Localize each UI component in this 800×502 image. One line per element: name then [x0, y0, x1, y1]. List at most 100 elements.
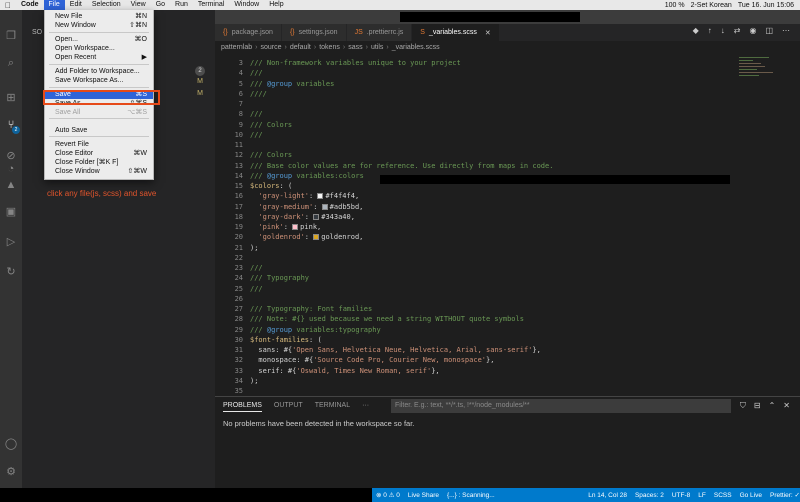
- clock[interactable]: Tue 16. Jun 15:06: [738, 2, 794, 9]
- code-token: },: [532, 346, 541, 354]
- account-icon[interactable]: ◯: [4, 436, 18, 450]
- extensions-icon[interactable]: ⊞: [4, 90, 18, 104]
- menu-item-open[interactable]: Open... ⌘O: [45, 35, 153, 44]
- line-code: ///: [250, 263, 263, 273]
- live-share-icon[interactable]: ↻: [4, 264, 18, 278]
- breadcrumb-item[interactable]: source: [260, 44, 281, 51]
- line-code: ///: [250, 284, 263, 294]
- menu-code[interactable]: Code: [16, 0, 44, 10]
- run-icon[interactable]: ⊘: [4, 148, 18, 162]
- more-actions-icon[interactable]: ⋯: [782, 26, 790, 35]
- menu-item-close-folder-k-f[interactable]: Close Folder [⌘K F]: [45, 158, 153, 167]
- apple-icon[interactable]: : [0, 1, 16, 10]
- tab-output[interactable]: OUTPUT: [274, 402, 303, 412]
- menu-item-label: Close Folder [⌘K F]: [55, 159, 119, 166]
- code-editor[interactable]: 3 /// Non-framework variables unique to y…: [215, 55, 735, 395]
- input-source[interactable]: 2-Set Korean: [691, 2, 732, 9]
- tab-variables-scss[interactable]: S _variables.scss ✕: [412, 24, 500, 41]
- panel-more-icon[interactable]: ···: [362, 402, 369, 412]
- menu-item-close-editor[interactable]: Close Editor ⌘W: [45, 149, 153, 158]
- code-token: :: [304, 212, 314, 221]
- menu-run[interactable]: Run: [170, 0, 193, 10]
- menu-item-close-window[interactable]: Close Window ⇧⌘W: [45, 167, 153, 176]
- prettier-status[interactable]: Prettier: ✓: [770, 491, 800, 499]
- code-token: $font-families: [250, 335, 310, 344]
- breadcrumb-item[interactable]: default: [290, 44, 311, 51]
- color-swatch[interactable]: [317, 193, 324, 200]
- live-share-status[interactable]: Live Share: [408, 492, 439, 499]
- go-live-icon[interactable]: ◉: [749, 26, 756, 35]
- breadcrumb-item[interactable]: patternlab: [221, 44, 252, 51]
- menu-item-revert-file[interactable]: Revert File: [45, 140, 153, 149]
- deploy-icon[interactable]: ▲: [4, 178, 18, 192]
- color-swatch[interactable]: [313, 234, 320, 241]
- breadcrumb-separator: ›: [342, 44, 346, 51]
- indentation[interactable]: Spaces: 2: [635, 492, 664, 499]
- menu-item-new-file[interactable]: New File ⌘N: [45, 12, 153, 21]
- previous-change-icon[interactable]: ↑: [708, 26, 712, 35]
- menu-terminal[interactable]: Terminal: [193, 0, 229, 10]
- end-of-line[interactable]: LF: [698, 492, 706, 499]
- split-editor-icon[interactable]: ◫: [765, 26, 773, 35]
- menu-item-open-recent[interactable]: Open Recent ▶: [45, 53, 153, 62]
- language-mode[interactable]: SCSS: [714, 492, 732, 499]
- line-number: 20: [234, 233, 243, 242]
- minimap[interactable]: [735, 55, 785, 395]
- menu-selection[interactable]: Selection: [87, 0, 126, 10]
- close-panel-icon[interactable]: ✕: [783, 401, 790, 411]
- close-tab-icon[interactable]: ✕: [485, 29, 491, 37]
- maximize-panel-icon[interactable]: ⌃: [769, 401, 776, 411]
- files-icon[interactable]: ❐: [4, 28, 18, 42]
- code-line: 31 sans: #{'Open Sans, Helvetica Neue, H…: [215, 345, 735, 355]
- problems-filter-input[interactable]: Filter. E.g.: text, **/*.ts, !**/node_mo…: [391, 399, 731, 413]
- menu-item-new-window[interactable]: New Window ⇧⌘N: [45, 21, 153, 30]
- next-change-icon[interactable]: ↓: [721, 26, 725, 35]
- cursor-position[interactable]: Ln 14, Col 28: [588, 492, 627, 499]
- line-code: $colors: (: [250, 181, 292, 191]
- source-control-badge: 2: [12, 126, 20, 134]
- search-icon[interactable]: ⌕: [4, 56, 18, 70]
- go-live-button[interactable]: Go Live: [740, 492, 762, 499]
- breadcrumb-item[interactable]: _variables.scss: [392, 44, 440, 51]
- menu-item-auto-save[interactable]: Auto Save: [45, 126, 153, 135]
- menu-item-save-workspace-as[interactable]: Save Workspace As...: [45, 76, 153, 85]
- status-bar: ⊗ 0 ⚠ 0 Live Share {...} : Scanning... L…: [0, 488, 800, 502]
- menu-item-add-folder-to-workspace[interactable]: Add Folder to Workspace...: [45, 67, 153, 76]
- line-code: $font-families: (: [250, 335, 322, 345]
- menu-view[interactable]: View: [126, 0, 151, 10]
- menu-help[interactable]: Help: [264, 0, 288, 10]
- encoding[interactable]: UTF-8: [672, 492, 690, 499]
- menu-go[interactable]: Go: [151, 0, 170, 10]
- open-changes-icon[interactable]: ⇄: [734, 26, 741, 35]
- battery-indicator[interactable]: 100 %: [665, 2, 685, 9]
- color-swatch[interactable]: [313, 213, 320, 220]
- breadcrumb-item[interactable]: utils: [371, 44, 383, 51]
- test-icon[interactable]: ▷: [4, 234, 18, 248]
- tab-settings-json[interactable]: {} settings.json: [281, 24, 347, 41]
- code-token: ///: [250, 325, 267, 334]
- collapse-all-icon[interactable]: ⊟: [754, 401, 761, 411]
- menu-window[interactable]: Window: [229, 0, 264, 10]
- problems-status[interactable]: ⊗ 0 ⚠ 0: [376, 491, 400, 499]
- menu-edit[interactable]: Edit: [65, 0, 87, 10]
- scanning-status[interactable]: {...} : Scanning...: [447, 492, 495, 499]
- color-swatch[interactable]: [321, 203, 328, 210]
- compare-icon[interactable]: ◆: [693, 26, 699, 35]
- breadcrumb-item[interactable]: tokens: [319, 44, 340, 51]
- tab-problems[interactable]: PROBLEMS: [223, 402, 262, 412]
- breadcrumb-item[interactable]: sass: [348, 44, 362, 51]
- code-line: 24 /// Typography: [215, 273, 735, 283]
- tab-terminal[interactable]: TERMINAL: [315, 402, 350, 412]
- menu-file[interactable]: File: [43, 0, 65, 10]
- remote-icon[interactable]: ◔: [4, 162, 18, 176]
- line-code: /// Note: #{} used because we need a str…: [250, 314, 524, 324]
- menu-item-open-workspace[interactable]: Open Workspace...: [45, 44, 153, 53]
- tab-package-json[interactable]: {} package.json: [215, 24, 282, 41]
- filter-icon[interactable]: ⛉: [740, 401, 746, 411]
- docker-icon[interactable]: ▣: [4, 204, 18, 218]
- line-code: 'pink': pink,: [250, 222, 321, 232]
- code-token: /// Colors: [250, 151, 293, 160]
- tab-prettierrc-js[interactable]: JS .prettierrc.js: [346, 24, 413, 41]
- color-swatch[interactable]: [292, 224, 299, 230]
- settings-gear-icon[interactable]: ⚙: [4, 464, 18, 478]
